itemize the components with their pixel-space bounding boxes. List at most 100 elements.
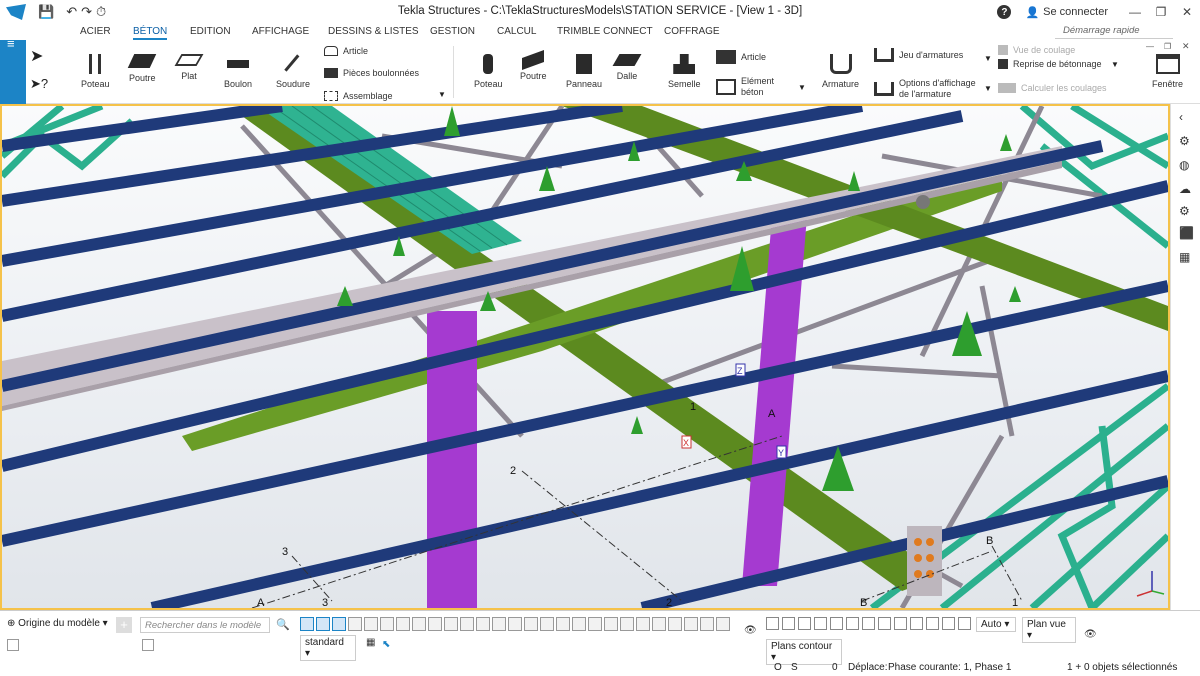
slab-button[interactable]: Dalle (612, 54, 642, 81)
select-switch[interactable] (620, 617, 634, 631)
select-switch[interactable] (668, 617, 682, 631)
window-button[interactable]: Fenêtre (1152, 54, 1183, 89)
view-rotation-center-icon[interactable] (916, 195, 930, 209)
plane-select[interactable]: Plan vue ▾ (1022, 617, 1076, 643)
select-switch[interactable] (492, 617, 506, 631)
help-icon[interactable]: ? (997, 5, 1012, 19)
select-switch[interactable] (604, 617, 618, 631)
history-icon[interactable]: ⏱ (96, 4, 106, 20)
bolted-parts-button[interactable]: Pièces boulonnées (324, 68, 419, 78)
tab-gestion[interactable]: GESTION (430, 26, 475, 37)
snap-switch[interactable] (846, 617, 859, 630)
concrete-beam-button[interactable]: Poutre (520, 49, 547, 81)
calculate-pours-button[interactable]: Calculer les coulages (998, 83, 1107, 93)
pointer-icon[interactable]: ⬉ (382, 639, 390, 650)
tab-calcul[interactable]: CALCUL (497, 26, 536, 37)
select-switch[interactable] (556, 617, 570, 631)
select-parts-switch[interactable] (316, 617, 330, 631)
concrete-column-button[interactable]: Poteau (474, 54, 503, 89)
ribbon-minimize-icon[interactable]: — (1146, 42, 1154, 51)
filter-grid-icon[interactable]: ▦ (366, 637, 375, 648)
cube-icon[interactable]: ⬛ (1179, 226, 1194, 240)
snap-switch[interactable] (862, 617, 875, 630)
select-switch[interactable] (684, 617, 698, 631)
weld-button[interactable]: Soudure (276, 54, 310, 89)
collapse-arrow-icon[interactable]: ‹ (1179, 110, 1183, 124)
selection-filter-select[interactable]: standard ▾ (300, 635, 356, 661)
footing-button[interactable]: Semelle (668, 54, 701, 89)
snap-switch[interactable] (814, 617, 827, 630)
ribbon-close-icon[interactable]: ✕ (1182, 41, 1190, 52)
rebar-set-button[interactable]: Jeu d'armatures (874, 48, 963, 62)
concrete-element-dropdown-icon[interactable]: ▼ (798, 83, 806, 92)
select-switch[interactable] (348, 617, 362, 631)
select-switch[interactable] (412, 617, 426, 631)
steel-column-button[interactable]: Poteau (81, 54, 110, 89)
add-origin-button[interactable]: + (116, 617, 132, 633)
select-switch[interactable] (396, 617, 410, 631)
concrete-article-button[interactable]: Article (716, 50, 766, 64)
tab-beton[interactable]: BÉTON (133, 26, 168, 40)
redo-icon[interactable]: ↷ (81, 4, 92, 20)
tab-affichage[interactable]: AFFICHAGE (252, 26, 309, 37)
snap-switch[interactable] (782, 617, 795, 630)
tab-acier[interactable]: ACIER (80, 26, 111, 37)
search-icon[interactable]: 🔍 (276, 618, 290, 631)
steel-group-dropdown-icon[interactable]: ▼ (438, 90, 446, 99)
select-switch[interactable] (588, 617, 602, 631)
globe-icon[interactable]: ◍ (1179, 158, 1189, 172)
tab-edition[interactable]: EDITION (190, 26, 231, 37)
work-plane-origin-select[interactable]: ⊕ Origine du modèle ▾ (7, 618, 110, 629)
properties-icon[interactable]: ⚙ (1179, 134, 1190, 148)
pour-group-dropdown-icon[interactable]: ▼ (1111, 60, 1119, 69)
snap-switch[interactable] (830, 617, 843, 630)
plate-button[interactable]: Plat (174, 54, 204, 81)
select-switch[interactable] (716, 617, 730, 631)
settings-icon[interactable]: ⚙ (1179, 204, 1190, 218)
ribbon-restore-icon[interactable]: ❐ (1164, 42, 1171, 51)
pour-break-button[interactable]: Reprise de bétonnage (998, 59, 1102, 69)
help-pointer-icon[interactable]: ➤? (30, 76, 48, 92)
panel-toggle-box[interactable] (7, 639, 19, 651)
concrete-element-button[interactable]: Elément béton (716, 76, 774, 98)
select-switch[interactable] (380, 617, 394, 631)
minimize-button[interactable]: — (1122, 5, 1148, 19)
snap-switch[interactable] (766, 617, 779, 630)
snap-switch[interactable] (894, 617, 907, 630)
select-switch[interactable] (700, 617, 714, 631)
steel-article-button[interactable]: Article (324, 46, 368, 56)
select-switch[interactable] (636, 617, 650, 631)
rebar-set-dropdown-icon[interactable]: ▼ (984, 54, 992, 63)
select-switch[interactable] (540, 617, 554, 631)
select-tool-icon[interactable]: ➤ (30, 46, 43, 66)
snap-switch[interactable] (942, 617, 955, 630)
select-switch[interactable] (460, 617, 474, 631)
select-switch[interactable] (428, 617, 442, 631)
snap-depth-select[interactable]: Auto ▾ (976, 617, 1016, 632)
tab-dessins-listes[interactable]: DESSINS & LISTES (328, 26, 419, 37)
select-switch[interactable] (444, 617, 458, 631)
snap-switch[interactable] (878, 617, 891, 630)
assembly-button[interactable]: Assemblage (324, 91, 393, 101)
steel-beam-button[interactable]: Poutre (128, 54, 157, 83)
snap-switch[interactable] (798, 617, 811, 630)
model-3d-scene[interactable]: 1 2 3 A B A 3 2 B 1 X Y Z (2, 106, 1168, 608)
close-button[interactable]: ✕ (1174, 5, 1200, 19)
restore-button[interactable]: ❐ (1148, 5, 1174, 19)
rebar-options-dropdown-icon[interactable]: ▼ (984, 84, 992, 93)
sign-in-link[interactable]: Se connecter (1043, 6, 1108, 18)
select-switch[interactable] (364, 617, 378, 631)
pour-view-button[interactable]: Vue de coulage (998, 45, 1075, 55)
select-all-switch[interactable] (300, 617, 314, 631)
search-options-box[interactable] (142, 639, 154, 651)
tab-trimble-connect[interactable]: TRIMBLE CONNECT (557, 26, 653, 37)
select-switch[interactable] (524, 617, 538, 631)
cloud-icon[interactable]: ☁ (1179, 182, 1191, 196)
snap-switch[interactable] (910, 617, 923, 630)
visibility-eye-icon[interactable]: 👁 (744, 625, 757, 636)
select-switch[interactable] (652, 617, 666, 631)
quick-launch-input[interactable]: Démarrage rapide (1055, 25, 1173, 39)
select-switch[interactable] (508, 617, 522, 631)
model-search-input[interactable]: Rechercher dans le modèle (140, 617, 270, 633)
panel-button[interactable]: Panneau (566, 54, 602, 89)
